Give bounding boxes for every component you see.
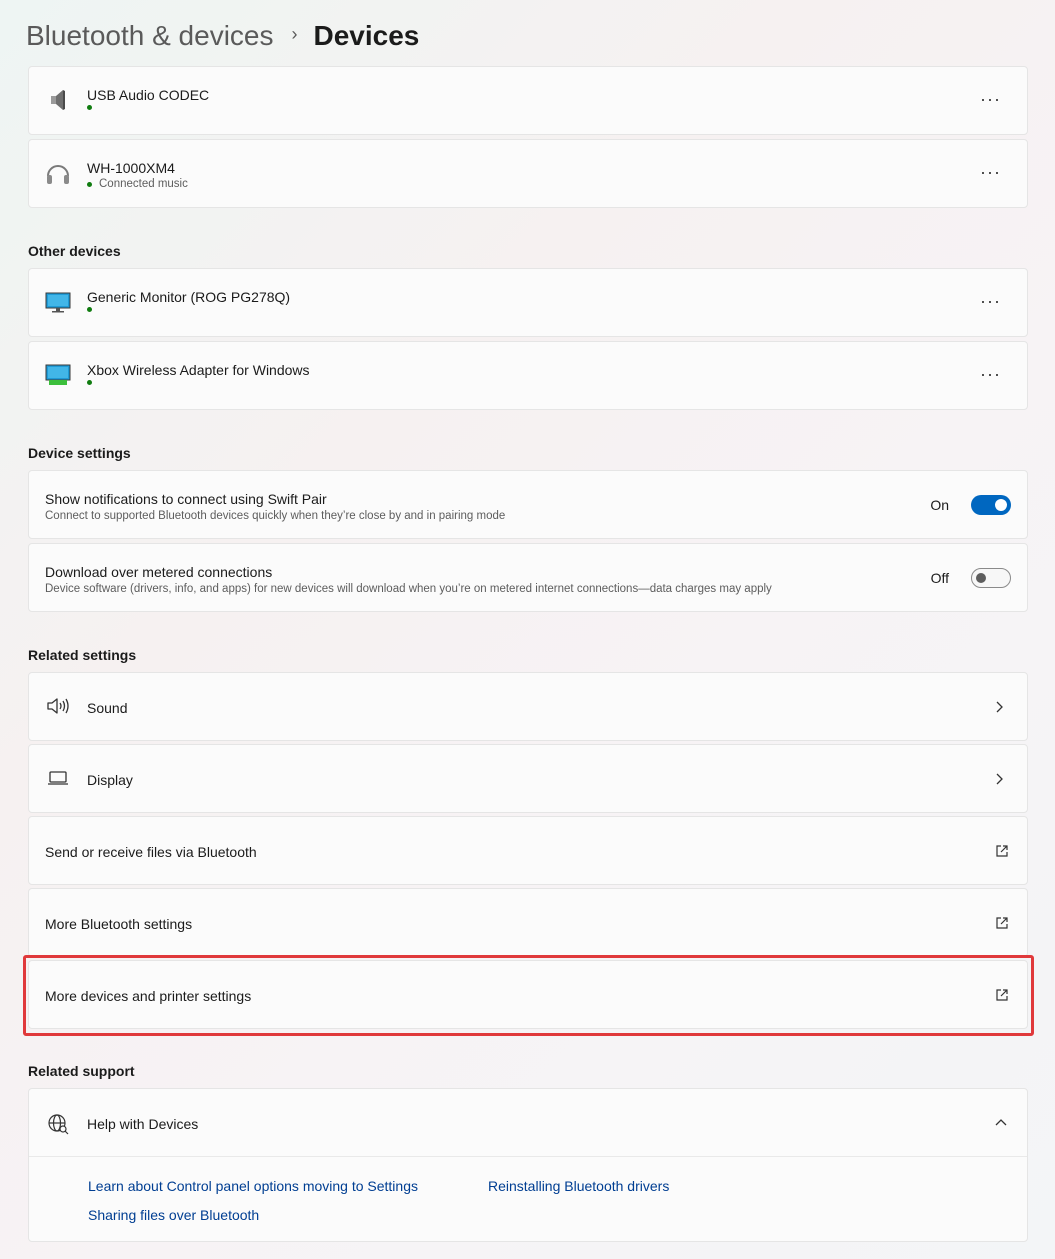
external-link-icon	[995, 844, 1009, 858]
chevron-right-icon	[991, 699, 1007, 715]
related-setting-display[interactable]: Display	[28, 744, 1028, 813]
setting-description: Connect to supported Bluetooth devices q…	[45, 510, 506, 522]
page-title: Devices	[313, 20, 420, 51]
swift-pair-toggle[interactable]	[971, 495, 1011, 515]
help-link-control-panel[interactable]: Learn about Control panel options moving…	[88, 1178, 418, 1194]
toggle-state-label: On	[930, 497, 949, 513]
connected-dot-icon	[87, 380, 92, 385]
highlight-box	[23, 955, 1034, 1036]
related-setting-send-receive-files[interactable]: Send or receive files via Bluetooth	[28, 816, 1028, 885]
more-options-button[interactable]: ···	[980, 364, 1001, 385]
device-name: Generic Monitor (ROG PG278Q)	[87, 289, 291, 305]
monitor-icon	[45, 289, 71, 315]
help-link-reinstall-drivers[interactable]: Reinstalling Bluetooth drivers	[488, 1178, 669, 1194]
monitor-icon	[45, 362, 71, 388]
setting-title: Download over metered connections	[45, 564, 273, 580]
setting-label: Sound	[87, 700, 128, 716]
breadcrumb: Bluetooth & devices › Devices	[26, 16, 419, 56]
setting-title: Show notifications to connect using Swif…	[45, 491, 327, 507]
section-title-other-devices: Other devices	[28, 243, 121, 259]
device-name: WH-1000XM4	[87, 160, 175, 176]
chevron-right-icon	[991, 771, 1007, 787]
setting-label: Display	[87, 772, 133, 788]
breadcrumb-parent[interactable]: Bluetooth & devices	[26, 20, 274, 52]
setting-description: Device software (drivers, info, and apps…	[45, 583, 772, 595]
external-link-icon	[995, 916, 1009, 930]
setting-label: Send or receive files via Bluetooth	[45, 844, 257, 860]
connected-dot-icon	[87, 181, 92, 187]
help-with-devices-panel: Help with Devices Learn about Control pa…	[28, 1088, 1028, 1242]
setting-swift-pair: Show notifications to connect using Swif…	[28, 470, 1028, 539]
headphones-icon	[45, 160, 71, 186]
display-icon	[45, 765, 71, 791]
chevron-up-icon[interactable]	[993, 1115, 1009, 1136]
help-title: Help with Devices	[87, 1116, 199, 1132]
device-status	[87, 105, 99, 110]
device-card-monitor[interactable]: Generic Monitor (ROG PG278Q) ···	[28, 268, 1028, 337]
device-status	[87, 307, 99, 312]
device-card-headphones[interactable]: WH-1000XM4 Connected music ···	[28, 139, 1028, 208]
more-options-button[interactable]: ···	[980, 162, 1001, 183]
device-card-xbox-adapter[interactable]: Xbox Wireless Adapter for Windows ···	[28, 341, 1028, 410]
device-name: USB Audio CODEC	[87, 87, 210, 103]
device-name: Xbox Wireless Adapter for Windows	[87, 362, 310, 378]
section-title-related-settings: Related settings	[28, 647, 137, 663]
device-card-usb-audio[interactable]: USB Audio CODEC ···	[28, 66, 1028, 135]
device-status	[87, 380, 99, 385]
connected-dot-icon	[87, 307, 92, 312]
help-with-devices-header[interactable]: Help with Devices	[29, 1089, 1027, 1157]
related-setting-sound[interactable]: Sound	[28, 672, 1028, 741]
setting-metered-download: Download over metered connections Device…	[28, 543, 1028, 612]
breadcrumb-separator-icon: ›	[291, 23, 298, 44]
connected-dot-icon	[87, 105, 92, 110]
device-status: Connected music	[87, 178, 188, 190]
related-setting-more-bluetooth[interactable]: More Bluetooth settings	[28, 888, 1028, 957]
setting-label: More Bluetooth settings	[45, 916, 193, 932]
more-options-button[interactable]: ···	[980, 89, 1001, 110]
metered-download-toggle[interactable]	[971, 568, 1011, 588]
speaker-icon	[45, 87, 71, 113]
more-options-button[interactable]: ···	[980, 291, 1001, 312]
globe-icon	[45, 1111, 71, 1137]
section-title-device-settings: Device settings	[28, 445, 131, 461]
section-title-related-support: Related support	[28, 1063, 135, 1079]
help-link-sharing-files[interactable]: Sharing files over Bluetooth	[88, 1207, 259, 1223]
toggle-state-label: Off	[930, 570, 949, 586]
sound-icon	[45, 693, 71, 719]
